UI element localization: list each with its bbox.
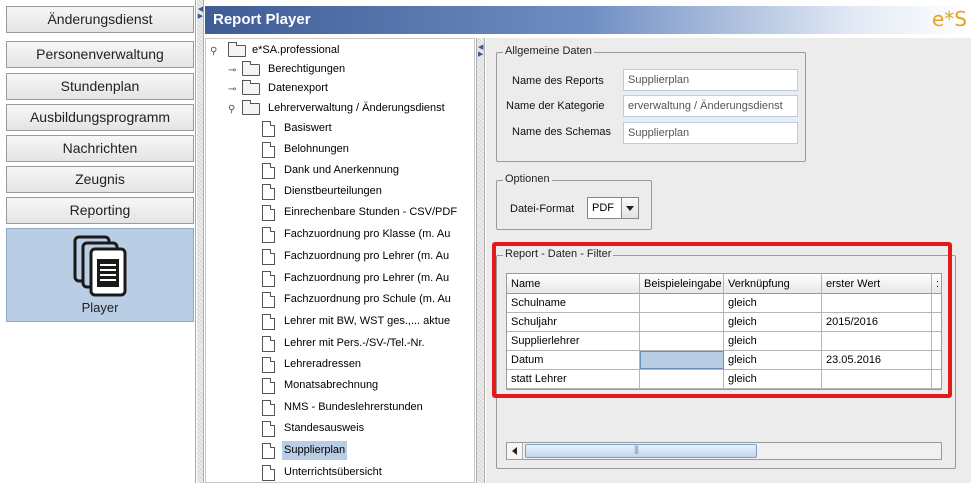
document-icon <box>262 357 275 373</box>
folder-icon <box>242 80 260 95</box>
cell-first-value[interactable]: 23.05.2016 <box>822 351 932 369</box>
cell-link[interactable]: gleich <box>724 370 822 388</box>
nav-stundenplan[interactable]: Stundenplan <box>6 73 194 100</box>
document-icon <box>262 421 275 437</box>
table-row[interactable]: Schulname gleich <box>507 294 941 313</box>
expanded-handle-icon[interactable]: ⚲ <box>228 100 235 119</box>
nav-player-tile[interactable]: Player <box>6 228 194 322</box>
player-label: Player <box>81 300 119 315</box>
category-name-label: Name der Kategorie <box>506 100 605 112</box>
report-name-field[interactable]: Supplierplan <box>623 69 798 91</box>
column-header-more[interactable]: : <box>932 274 943 294</box>
expanded-handle-icon[interactable]: ⚲ <box>210 42 217 61</box>
collapse-arrows-icon[interactable]: ◀ ▶ <box>478 44 483 58</box>
cell-first-value[interactable] <box>822 294 932 312</box>
document-icon <box>262 249 275 265</box>
filter-legend: Report - Daten - Filter <box>503 248 614 260</box>
scroll-left-icon[interactable] <box>507 443 523 459</box>
folder-icon <box>242 100 260 115</box>
category-name-field[interactable]: erverwaltung / Änderungsdienst <box>623 95 798 117</box>
file-format-value: PDF <box>592 202 614 214</box>
report-name-label: Name des Reports <box>512 75 604 87</box>
page-title: Report Player <box>213 11 311 28</box>
nav-zeugnis[interactable]: Zeugnis <box>6 166 194 193</box>
table-row[interactable]: statt Lehrer gleich <box>507 370 941 389</box>
general-data-legend: Allgemeine Daten <box>503 45 594 57</box>
scroll-thumb[interactable] <box>525 444 757 458</box>
cell-name[interactable]: Schulname <box>507 294 640 312</box>
cell-first-value[interactable] <box>822 370 932 388</box>
collapse-arrows-icon[interactable]: ◀ ▶ <box>197 6 204 20</box>
chevron-down-icon[interactable] <box>621 198 638 218</box>
column-header-name[interactable]: Name <box>507 274 640 294</box>
cell-name[interactable]: Schuljahr <box>507 313 640 331</box>
document-icon <box>262 121 275 137</box>
document-icon <box>262 142 275 158</box>
documents-icon <box>73 235 127 297</box>
report-tree: ⚲ e*SA.professional ⊸ Berechtigungen ⊸ D… <box>205 38 475 483</box>
app-logo: e*S <box>932 7 967 31</box>
nav-personenverwaltung[interactable]: Personenverwaltung <box>6 41 194 68</box>
schema-name-field[interactable]: Supplierplan <box>623 122 798 144</box>
table-row[interactable]: Supplierlehrer gleich <box>507 332 941 351</box>
column-header-link[interactable]: Verknüpfung <box>724 274 822 294</box>
folder-icon <box>242 61 260 76</box>
cell-name[interactable]: statt Lehrer <box>507 370 640 388</box>
options-legend: Optionen <box>503 173 552 185</box>
cell-link[interactable]: gleich <box>724 313 822 331</box>
table-row[interactable]: Datum gleich 23.05.2016 <box>507 351 941 370</box>
cell-name[interactable]: Supplierlehrer <box>507 332 640 350</box>
document-icon <box>262 163 275 179</box>
schema-name-label: Name des Schemas <box>512 126 612 138</box>
cell-example[interactable] <box>640 332 724 350</box>
nav-splitter[interactable]: ◀ ▶ <box>197 0 204 483</box>
table-row[interactable]: Schuljahr gleich 2015/2016 <box>507 313 941 332</box>
cell-first-value[interactable]: 2015/2016 <box>822 313 932 331</box>
nav-reporting[interactable]: Reporting <box>6 197 194 224</box>
file-format-select[interactable]: PDF <box>587 197 639 219</box>
collapsed-handle-icon[interactable]: ⊸ <box>228 61 236 80</box>
document-icon <box>262 465 275 481</box>
cell-link[interactable]: gleich <box>724 351 822 369</box>
document-icon <box>262 227 275 243</box>
nav-ausbildungsprogramm[interactable]: Ausbildungsprogramm <box>6 104 194 131</box>
nav-aenderungsdienst[interactable]: Änderungsdienst <box>6 6 194 33</box>
document-icon <box>262 184 275 200</box>
column-header-example[interactable]: Beispieleingabe <box>640 274 724 294</box>
document-icon <box>262 314 275 330</box>
cell-example[interactable] <box>640 313 724 331</box>
table-header: Name Beispieleingabe Verknüpfung erster … <box>507 274 941 294</box>
column-header-first-value[interactable]: erster Wert <box>822 274 932 294</box>
folder-icon <box>228 42 246 57</box>
document-icon <box>262 336 275 352</box>
cell-link[interactable]: gleich <box>724 332 822 350</box>
tree-splitter[interactable]: ◀ ▶ <box>476 38 485 483</box>
cell-example[interactable] <box>640 294 724 312</box>
cell-link[interactable]: gleich <box>724 294 822 312</box>
nav-nachrichten[interactable]: Nachrichten <box>6 135 194 162</box>
document-icon <box>262 378 275 394</box>
cell-example[interactable] <box>640 370 724 388</box>
options-group: Optionen Datei-Format PDF <box>496 173 652 230</box>
document-icon <box>262 443 275 459</box>
left-navigation: Änderungsdienst Personenverwaltung Stund… <box>0 0 196 483</box>
filter-table: Name Beispieleingabe Verknüpfung erster … <box>506 273 942 390</box>
cell-example-editing[interactable] <box>640 351 724 369</box>
document-icon <box>262 205 275 221</box>
horizontal-scrollbar[interactable] <box>506 442 942 460</box>
collapsed-handle-icon[interactable]: ⊸ <box>228 80 236 99</box>
general-data-group: Allgemeine Daten Name des Reports Suppli… <box>496 45 806 162</box>
cell-name[interactable]: Datum <box>507 351 640 369</box>
file-format-label: Datei-Format <box>510 203 575 215</box>
cell-first-value[interactable] <box>822 332 932 350</box>
document-icon <box>262 400 275 416</box>
document-icon <box>262 292 275 308</box>
report-details: Allgemeine Daten Name des Reports Suppli… <box>486 38 971 483</box>
title-bar: Report Player e*S <box>205 6 971 34</box>
document-icon <box>262 271 275 287</box>
